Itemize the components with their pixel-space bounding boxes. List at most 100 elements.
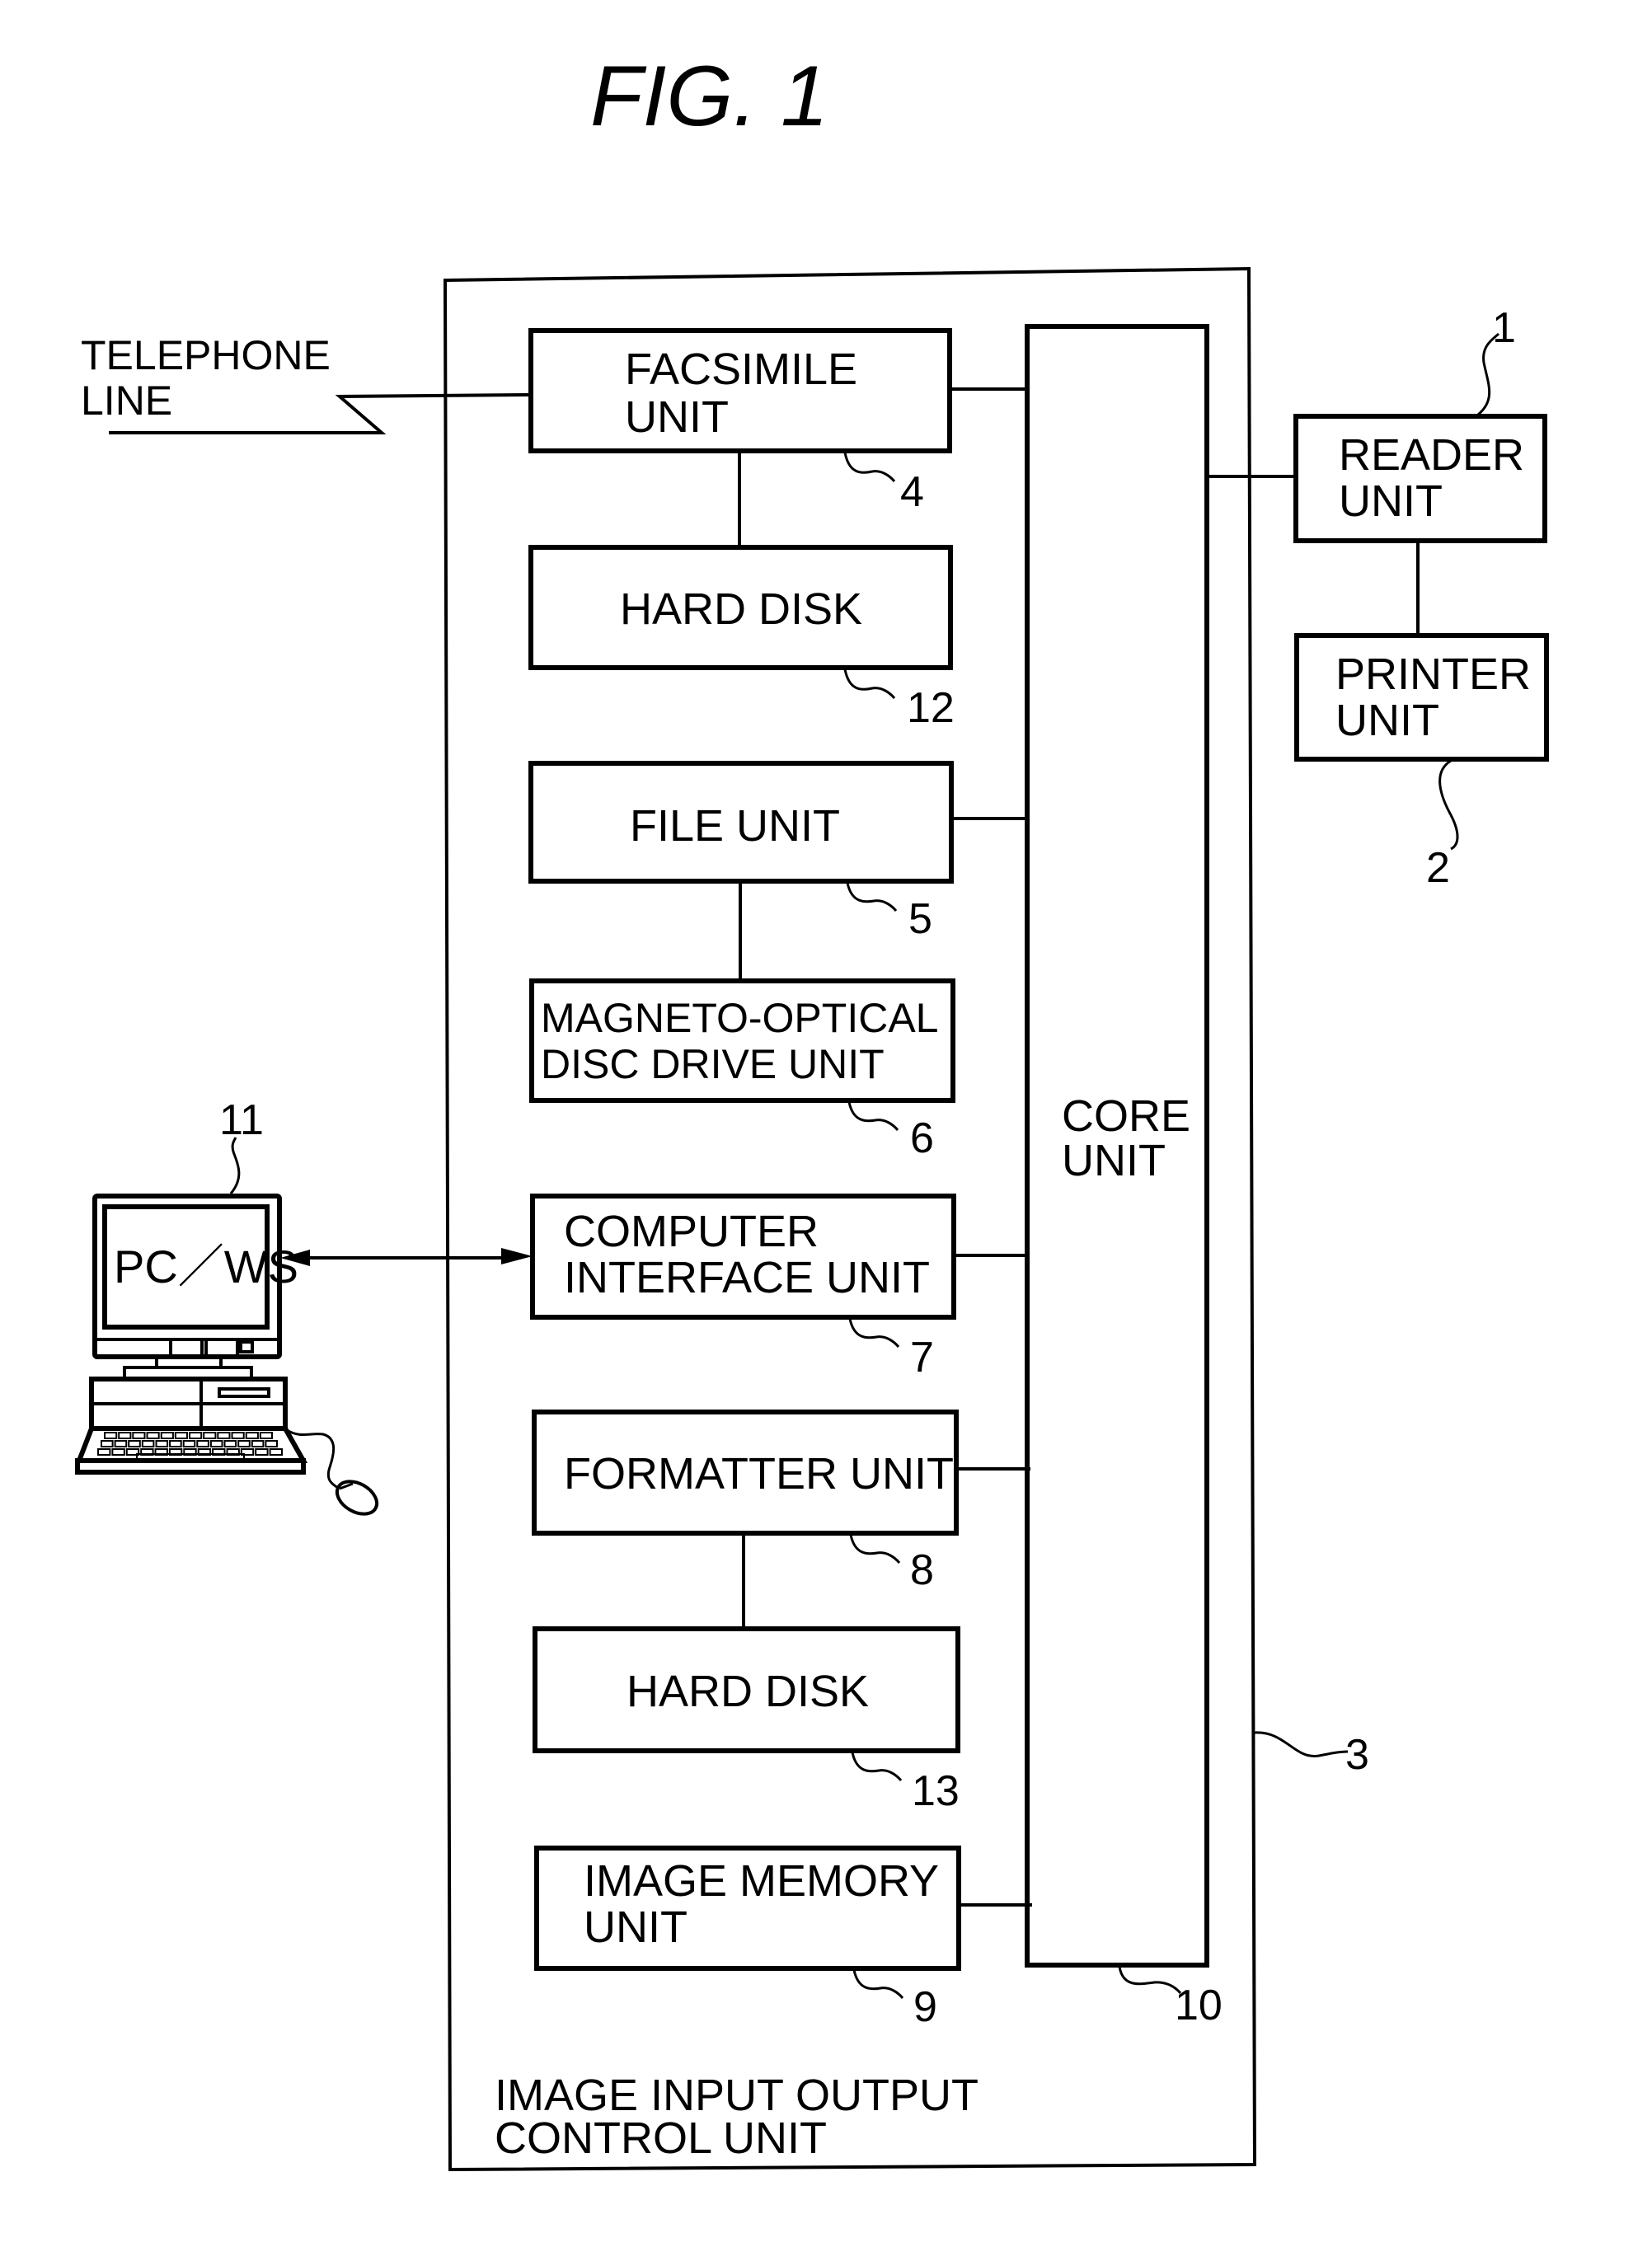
- computer-interface-unit: COMPUTER INTERFACE UNIT 7: [530, 1194, 1027, 1382]
- formatter-unit-label: FORMATTER UNIT: [564, 1449, 954, 1499]
- keyboard-key: [174, 1432, 189, 1439]
- disk-slot: [218, 1387, 270, 1398]
- monitor-button: [204, 1338, 239, 1358]
- keyboard-key: [196, 1440, 209, 1447]
- ref-label-6: 6: [910, 1114, 934, 1162]
- hard-disk-13: HARD DISK 13: [533, 1626, 960, 1815]
- keyboard-key: [118, 1432, 132, 1439]
- printer-unit-label-line2: UNIT: [1335, 696, 1439, 745]
- power-led: [239, 1340, 254, 1353]
- ref-label-3: 3: [1345, 1731, 1369, 1779]
- file-unit-label: FILE UNIT: [630, 801, 840, 851]
- keyboard-key: [146, 1432, 160, 1439]
- pc-ws-label: PC／WS: [114, 1241, 298, 1292]
- keyboard-key: [155, 1440, 169, 1447]
- ref-leader-9: [852, 1969, 904, 1999]
- core-unit: CORE UNIT 10: [1025, 324, 1223, 2029]
- keyboard-key: [209, 1440, 223, 1447]
- keyboard-key: [251, 1440, 265, 1447]
- magneto-optical-label-line2: DISC DRIVE UNIT: [541, 1041, 885, 1087]
- keyboard-key: [141, 1440, 155, 1447]
- keyboard-keys: [97, 1432, 284, 1460]
- keyboard-key: [259, 1432, 273, 1439]
- ref-leader-2: [1438, 759, 1459, 851]
- image-memory-label-line2: UNIT: [584, 1902, 688, 1952]
- keyboard-key: [203, 1432, 217, 1439]
- ref-leader-4: [843, 452, 896, 482]
- keyboard-key: [189, 1432, 203, 1439]
- core-unit-label-line2: UNIT: [1062, 1136, 1166, 1185]
- keyboard-key: [104, 1432, 118, 1439]
- image-memory-unit: IMAGE MEMORY UNIT 9: [534, 1846, 1032, 2031]
- keyboard-key: [182, 1440, 196, 1447]
- keyboard-key: [97, 1448, 111, 1456]
- keyboard-key: [223, 1440, 237, 1447]
- ref-leader-8: [849, 1534, 901, 1564]
- keyboard-base: [75, 1458, 306, 1475]
- printer-unit-label-line1: PRINTER: [1335, 650, 1531, 699]
- ref-label-1: 1: [1492, 304, 1516, 352]
- ref-label-8: 8: [910, 1546, 934, 1594]
- ref-label-2: 2: [1426, 844, 1450, 892]
- monitor-button: [169, 1338, 204, 1358]
- ref-leader-12: [843, 668, 896, 699]
- ref-label-13: 13: [912, 1767, 960, 1815]
- printer-unit: PRINTER UNIT 2: [1294, 633, 1549, 892]
- ref-leader-13: [851, 1752, 903, 1781]
- keyboard-key: [169, 1440, 182, 1447]
- ref-label-9: 9: [913, 1983, 937, 2031]
- formatter-unit: FORMATTER UNIT 8: [532, 1410, 1030, 1629]
- facsimile-unit: FACSIMILE UNIT 4: [528, 328, 1027, 547]
- ref-leader-3: [1254, 1731, 1349, 1757]
- keyboard-key: [132, 1432, 146, 1439]
- keyboard-key: [128, 1440, 141, 1447]
- control-unit-label-line2: CONTROL UNIT: [495, 2113, 827, 2163]
- reader-unit: READER UNIT 1: [1293, 304, 1547, 636]
- telephone-line-label-line2: LINE: [81, 378, 172, 424]
- core-unit-label-line1: CORE: [1062, 1091, 1190, 1141]
- keyboard-spacebar: [136, 1453, 245, 1460]
- reader-unit-label-line2: UNIT: [1339, 476, 1443, 526]
- keyboard-key: [237, 1440, 251, 1447]
- image-memory-label-line1: IMAGE MEMORY: [584, 1856, 939, 1906]
- keyboard-key: [114, 1440, 128, 1447]
- ref-label-5: 5: [908, 895, 932, 943]
- facsimile-unit-label-line2: UNIT: [625, 392, 729, 442]
- keyboard-key: [217, 1432, 231, 1439]
- ref-label-11: 11: [219, 1096, 264, 1144]
- telephone-line-label-line1: TELEPHONE: [81, 332, 331, 378]
- telephone-line: TELEPHONE LINE: [81, 332, 530, 434]
- magneto-optical-disc-drive-unit: MAGNETO-OPTICAL DISC DRIVE UNIT 6: [529, 978, 955, 1162]
- ref-leader-10: [1118, 1966, 1182, 1995]
- pc-interface-bidirectional-arrow: [280, 1248, 533, 1266]
- ref-label-10: 10: [1175, 1982, 1223, 2029]
- computer-interface-label-line2: INTERFACE UNIT: [564, 1253, 930, 1302]
- control-unit-label-line1: IMAGE INPUT OUTPUT: [495, 2071, 979, 2120]
- ref-leader-6: [847, 1101, 899, 1131]
- computer-interface-label-line1: COMPUTER: [564, 1207, 819, 1256]
- keyboard-key: [101, 1440, 114, 1447]
- ref-leader-5: [846, 882, 898, 912]
- pc-workstation: 11 PC／WS: [75, 1096, 379, 1516]
- keyboard-key: [111, 1448, 125, 1456]
- keyboard-key: [231, 1432, 245, 1439]
- keyboard-key: [245, 1432, 259, 1439]
- ref-label-4: 4: [900, 468, 924, 516]
- hard-disk-13-label: HARD DISK: [627, 1667, 869, 1716]
- ref-label-7: 7: [910, 1334, 934, 1382]
- ref-leader-7: [848, 1318, 900, 1348]
- keyboard-key: [255, 1448, 269, 1456]
- keyboard-key: [160, 1432, 174, 1439]
- hard-disk-12-label: HARD DISK: [620, 584, 862, 634]
- mouse-icon: [335, 1480, 379, 1516]
- figure-title: FIG. 1: [590, 49, 828, 144]
- keyboard-key: [265, 1440, 278, 1447]
- ref-leader-11: [229, 1137, 241, 1194]
- ref-label-12: 12: [907, 684, 955, 732]
- file-unit: FILE UNIT 5: [528, 761, 1027, 981]
- magneto-optical-label-line1: MAGNETO-OPTICAL: [541, 995, 938, 1041]
- hard-disk-12: HARD DISK 12: [528, 545, 955, 732]
- keyboard-key: [269, 1448, 284, 1456]
- reader-unit-label-line1: READER: [1339, 430, 1524, 480]
- block-diagram: FIG. 1 IMAGE INPUT OUTPUT CONTROL UNIT 3…: [75, 49, 1549, 2172]
